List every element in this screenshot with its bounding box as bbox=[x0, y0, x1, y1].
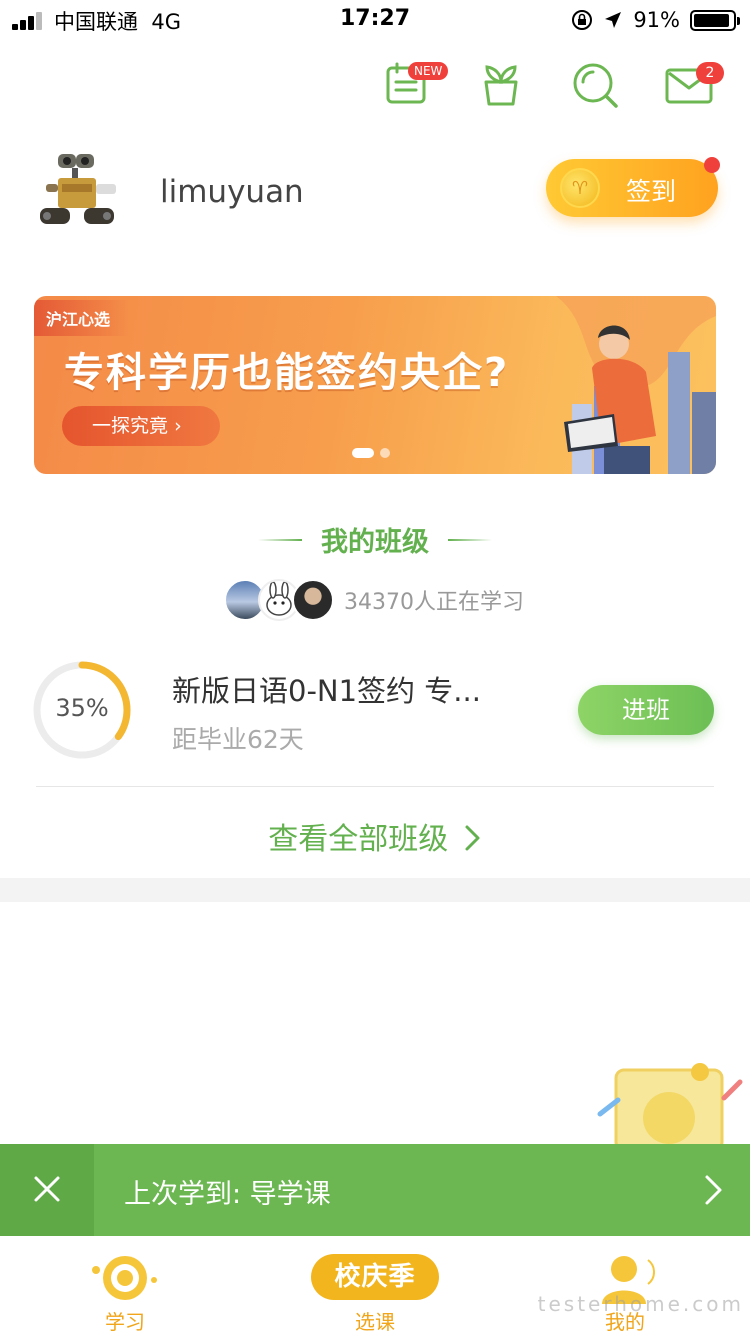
chevron-right-icon bbox=[465, 825, 480, 851]
carousel-dot bbox=[380, 448, 390, 458]
battery-icon bbox=[690, 9, 740, 31]
carousel-indicator bbox=[352, 448, 390, 458]
tab-bar: 学习 校庆季 选课 我的 bbox=[0, 1236, 750, 1334]
notification-dot bbox=[704, 157, 720, 173]
learners-count: 34370人正在学习 bbox=[344, 590, 524, 615]
study-icon bbox=[92, 1256, 157, 1300]
plant-icon[interactable] bbox=[476, 60, 528, 112]
promo-banner[interactable]: 沪江心选 专科学历也能签约央企? 一探究竟 › bbox=[34, 296, 716, 474]
last-studied-text: 上次学到: 导学课 bbox=[124, 1179, 331, 1210]
promo-badge: 校庆季 bbox=[311, 1254, 439, 1300]
view-all-classes-link[interactable]: 查看全部班级 bbox=[0, 814, 750, 858]
tab-courses[interactable]: 校庆季 选课 bbox=[250, 1236, 500, 1334]
battery-percent: 91% bbox=[633, 8, 680, 32]
learner-avatar bbox=[292, 579, 334, 621]
chevron-right-icon: › bbox=[174, 415, 182, 437]
learners-row: 34370人正在学习 bbox=[224, 578, 524, 622]
divider bbox=[36, 786, 714, 787]
close-button[interactable] bbox=[0, 1144, 94, 1236]
progress-percent: 35% bbox=[55, 694, 109, 722]
tab-label: 学习 bbox=[105, 1310, 145, 1334]
banner-illustration bbox=[556, 296, 716, 474]
banner-cta-button[interactable]: 一探究竟 › bbox=[62, 406, 220, 446]
new-badge: NEW bbox=[408, 62, 449, 80]
avatar[interactable] bbox=[32, 144, 132, 244]
tab-label: 选课 bbox=[355, 1310, 395, 1334]
banner-title: 专科学历也能签约央企? bbox=[64, 350, 510, 396]
chevron-right-icon bbox=[705, 1175, 722, 1205]
location-icon bbox=[605, 12, 622, 28]
title-decoration-right bbox=[448, 539, 492, 541]
search-icon[interactable] bbox=[570, 60, 622, 112]
banner-tag: 沪江心选 bbox=[34, 300, 131, 336]
coin-icon: ♈ bbox=[560, 168, 600, 208]
rotation-lock-icon bbox=[572, 10, 593, 30]
tab-profile[interactable]: 我的 bbox=[500, 1236, 750, 1334]
graduation-countdown: 距毕业62天 bbox=[172, 725, 304, 754]
section-separator bbox=[0, 878, 750, 902]
section-title: 我的班级 bbox=[321, 527, 429, 558]
last-studied-bar[interactable]: 上次学到: 导学课 bbox=[0, 1144, 750, 1236]
enter-class-button[interactable]: 进班 bbox=[578, 685, 714, 735]
carousel-dot-active bbox=[352, 448, 374, 458]
unread-badge: 2 bbox=[696, 62, 724, 84]
watermark: testerhome.com bbox=[537, 1292, 744, 1316]
course-title[interactable]: 新版日语0-N1签约 专... bbox=[172, 668, 512, 710]
course-progress-ring: 35% bbox=[32, 660, 132, 760]
close-icon bbox=[34, 1176, 60, 1202]
status-bar: 中国联通 4G 17:27 91% bbox=[0, 0, 750, 40]
anniversary-float-icon[interactable] bbox=[596, 1058, 750, 1152]
sign-in-button[interactable]: ♈ 签到 bbox=[546, 157, 720, 217]
username: limuyuan bbox=[160, 174, 304, 210]
tab-study[interactable]: 学习 bbox=[0, 1236, 250, 1334]
